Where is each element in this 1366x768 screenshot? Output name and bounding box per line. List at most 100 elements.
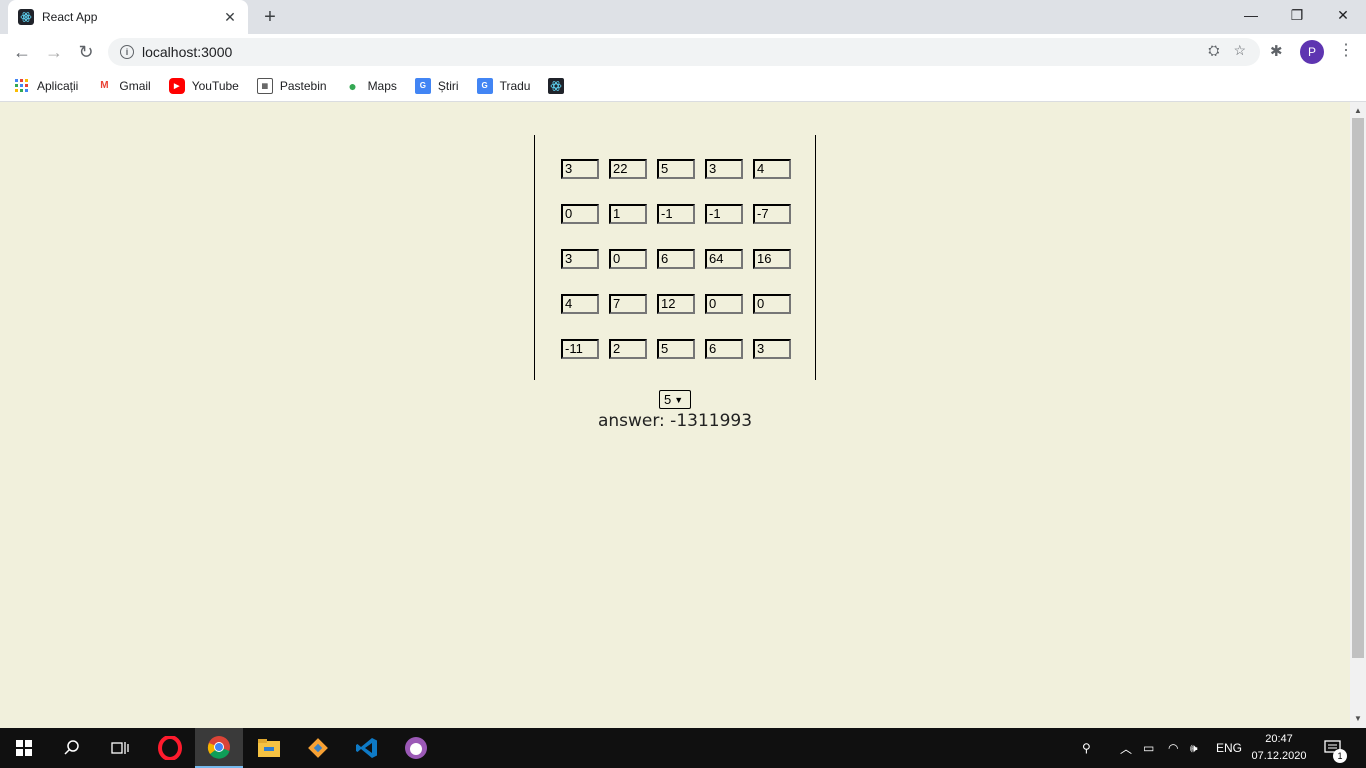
bookmark-label: Gmail: [119, 78, 151, 93]
react-favicon-icon: [18, 9, 34, 25]
matrix-cell-input[interactable]: 6: [705, 339, 743, 359]
vscode-icon[interactable]: [343, 728, 391, 768]
matrix-cell-input[interactable]: 64: [705, 249, 743, 269]
matrix-cell-input[interactable]: -7: [753, 204, 791, 224]
apps-grid-icon: [14, 78, 30, 94]
task-view-icon[interactable]: [96, 728, 144, 768]
git-icon[interactable]: [294, 728, 342, 768]
translate-icon: G: [476, 77, 493, 94]
pastebin-icon: ▦: [256, 77, 273, 94]
matrix-cell-input[interactable]: 0: [753, 294, 791, 314]
wifi-icon[interactable]: ◠: [1168, 728, 1178, 768]
menu-icon[interactable]: ⋮: [1338, 40, 1354, 60]
extensions-icon[interactable]: ✱: [1270, 42, 1283, 60]
tab-strip: React App ✕ + — ❐ ✕: [0, 0, 1366, 34]
matrix-cell-input[interactable]: 3: [753, 339, 791, 359]
clock-date: 07.12.2020: [1251, 750, 1307, 762]
matrix-cell-input[interactable]: 3: [561, 159, 599, 179]
maps-icon: ●: [348, 77, 357, 94]
chrome-icon[interactable]: [195, 728, 243, 768]
matrix-cell-input[interactable]: -1: [657, 204, 695, 224]
bookmark-youtube[interactable]: ▶ YouTube: [168, 77, 239, 94]
bookmark-news[interactable]: G Știri: [414, 77, 459, 94]
scroll-down-icon[interactable]: ▼: [1354, 714, 1362, 723]
browser-chrome: React App ✕ + — ❐ ✕ ← → ↻ i localhost:30…: [0, 0, 1366, 102]
chevron-down-icon: ▼: [674, 394, 684, 405]
page-scrollbar[interactable]: ▲ ▼: [1350, 102, 1366, 728]
matrix-cell-input[interactable]: 22: [609, 159, 647, 179]
matrix-cell-input[interactable]: -11: [561, 339, 599, 359]
bookmark-maps[interactable]: ● Maps: [345, 78, 397, 94]
matrix-cell-input[interactable]: 0: [705, 294, 743, 314]
matrix-cell-input[interactable]: 0: [561, 204, 599, 224]
page-content: 3 22 5 3 4 0 1 -1 -1 -7 3 0 6 64 16 4 7 12 0 0 -11 2 5 6 3 5 ▼ a…: [0, 102, 1350, 728]
bookmark-star-icon[interactable]: ☆: [1233, 42, 1246, 59]
answer-text: answer: -1311993: [597, 411, 753, 431]
taskbar: ⚲ ︿ ▭ ◠ 🕪 ENG 20:47 07.12.2020 1: [0, 728, 1366, 768]
bookmark-gmail[interactable]: M Gmail: [96, 78, 151, 94]
bookmark-pastebin[interactable]: ▦ Pastebin: [256, 77, 327, 94]
matrix-cell-input[interactable]: 4: [561, 294, 599, 314]
new-tab-button[interactable]: +: [258, 6, 282, 28]
address-bar[interactable]: i localhost:3000 ⛭ ☆: [108, 38, 1260, 66]
gmail-icon: M: [100, 80, 109, 91]
language-indicator[interactable]: ENG: [1216, 728, 1242, 768]
size-select-value: 5: [664, 392, 672, 407]
bookmark-label: Știri: [437, 78, 459, 93]
matrix-cell-input[interactable]: 2: [609, 339, 647, 359]
matrix-cell-input[interactable]: 0: [609, 249, 647, 269]
forward-button[interactable]: →: [42, 40, 66, 64]
matrix-container: 3 22 5 3 4 0 1 -1 -1 -7 3 0 6 64 16 4 7 12 0 0 -11 2 5 6 3: [534, 135, 816, 380]
reload-button[interactable]: ↻: [74, 40, 98, 64]
matrix-cell-input[interactable]: 3: [705, 159, 743, 179]
restore-button[interactable]: ❐: [1274, 0, 1320, 30]
people-icon[interactable]: ⚲: [1082, 728, 1091, 768]
bookmark-apps[interactable]: Aplicații: [14, 78, 78, 94]
profile-avatar[interactable]: P: [1300, 40, 1324, 64]
app-icon[interactable]: [392, 728, 440, 768]
minimize-button[interactable]: —: [1228, 0, 1274, 30]
matrix-cell-input[interactable]: 7: [609, 294, 647, 314]
matrix-cell-input[interactable]: 4: [753, 159, 791, 179]
clock[interactable]: 20:47 07.12.2020: [1246, 731, 1312, 765]
tab-react-app[interactable]: React App ✕: [8, 0, 248, 34]
url-text: localhost:3000: [142, 44, 233, 60]
notification-badge: 1: [1333, 749, 1347, 763]
bookmark-react[interactable]: [548, 77, 565, 94]
matrix-cell-input[interactable]: 16: [753, 249, 791, 269]
volume-icon[interactable]: 🕪: [1190, 728, 1198, 768]
bookmark-translate[interactable]: G Tradu: [476, 77, 531, 94]
matrix-cell-input[interactable]: -1: [705, 204, 743, 224]
show-hidden-icons[interactable]: ︿: [1120, 728, 1132, 768]
bookmark-label: YouTube: [191, 78, 239, 93]
opera-icon[interactable]: [146, 728, 194, 768]
windows-start-icon[interactable]: [0, 728, 48, 768]
matrix-cell-input[interactable]: 12: [657, 294, 695, 314]
tab-title: React App: [42, 10, 98, 24]
back-button[interactable]: ←: [10, 40, 34, 64]
bookmark-label: Pastebin: [279, 78, 327, 93]
browser-toolbar: ← → ↻ i localhost:3000 ⛭ ☆ ✱ P ⋮: [0, 34, 1366, 70]
close-tab-icon[interactable]: ✕: [222, 9, 238, 26]
file-explorer-icon[interactable]: [245, 728, 293, 768]
battery-icon[interactable]: ▭: [1143, 728, 1154, 768]
scroll-up-icon[interactable]: ▲: [1354, 106, 1362, 115]
bookmark-label: Maps: [367, 78, 397, 93]
matrix-cell-input[interactable]: 5: [657, 159, 695, 179]
youtube-icon: ▶: [168, 77, 185, 94]
bookmark-label: Tradu: [499, 78, 531, 93]
clock-time: 20:47: [1265, 733, 1293, 745]
matrix-cell-input[interactable]: 3: [561, 249, 599, 269]
news-icon: G: [414, 77, 431, 94]
close-window-button[interactable]: ✕: [1320, 0, 1366, 30]
matrix-cell-input[interactable]: 6: [657, 249, 695, 269]
bookmarks-bar: Aplicații M Gmail ▶ YouTube ▦ Pastebin ●…: [0, 70, 1366, 102]
matrix-cell-input[interactable]: 1: [609, 204, 647, 224]
matrix-size-select[interactable]: 5 ▼: [659, 390, 691, 409]
info-icon[interactable]: i: [120, 45, 134, 59]
matrix-cell-input[interactable]: 5: [657, 339, 695, 359]
search-icon[interactable]: [48, 728, 96, 768]
bookmark-label: Aplicații: [37, 78, 79, 93]
translate-icon[interactable]: ⛭: [1208, 42, 1219, 59]
scroll-thumb[interactable]: [1352, 118, 1364, 658]
